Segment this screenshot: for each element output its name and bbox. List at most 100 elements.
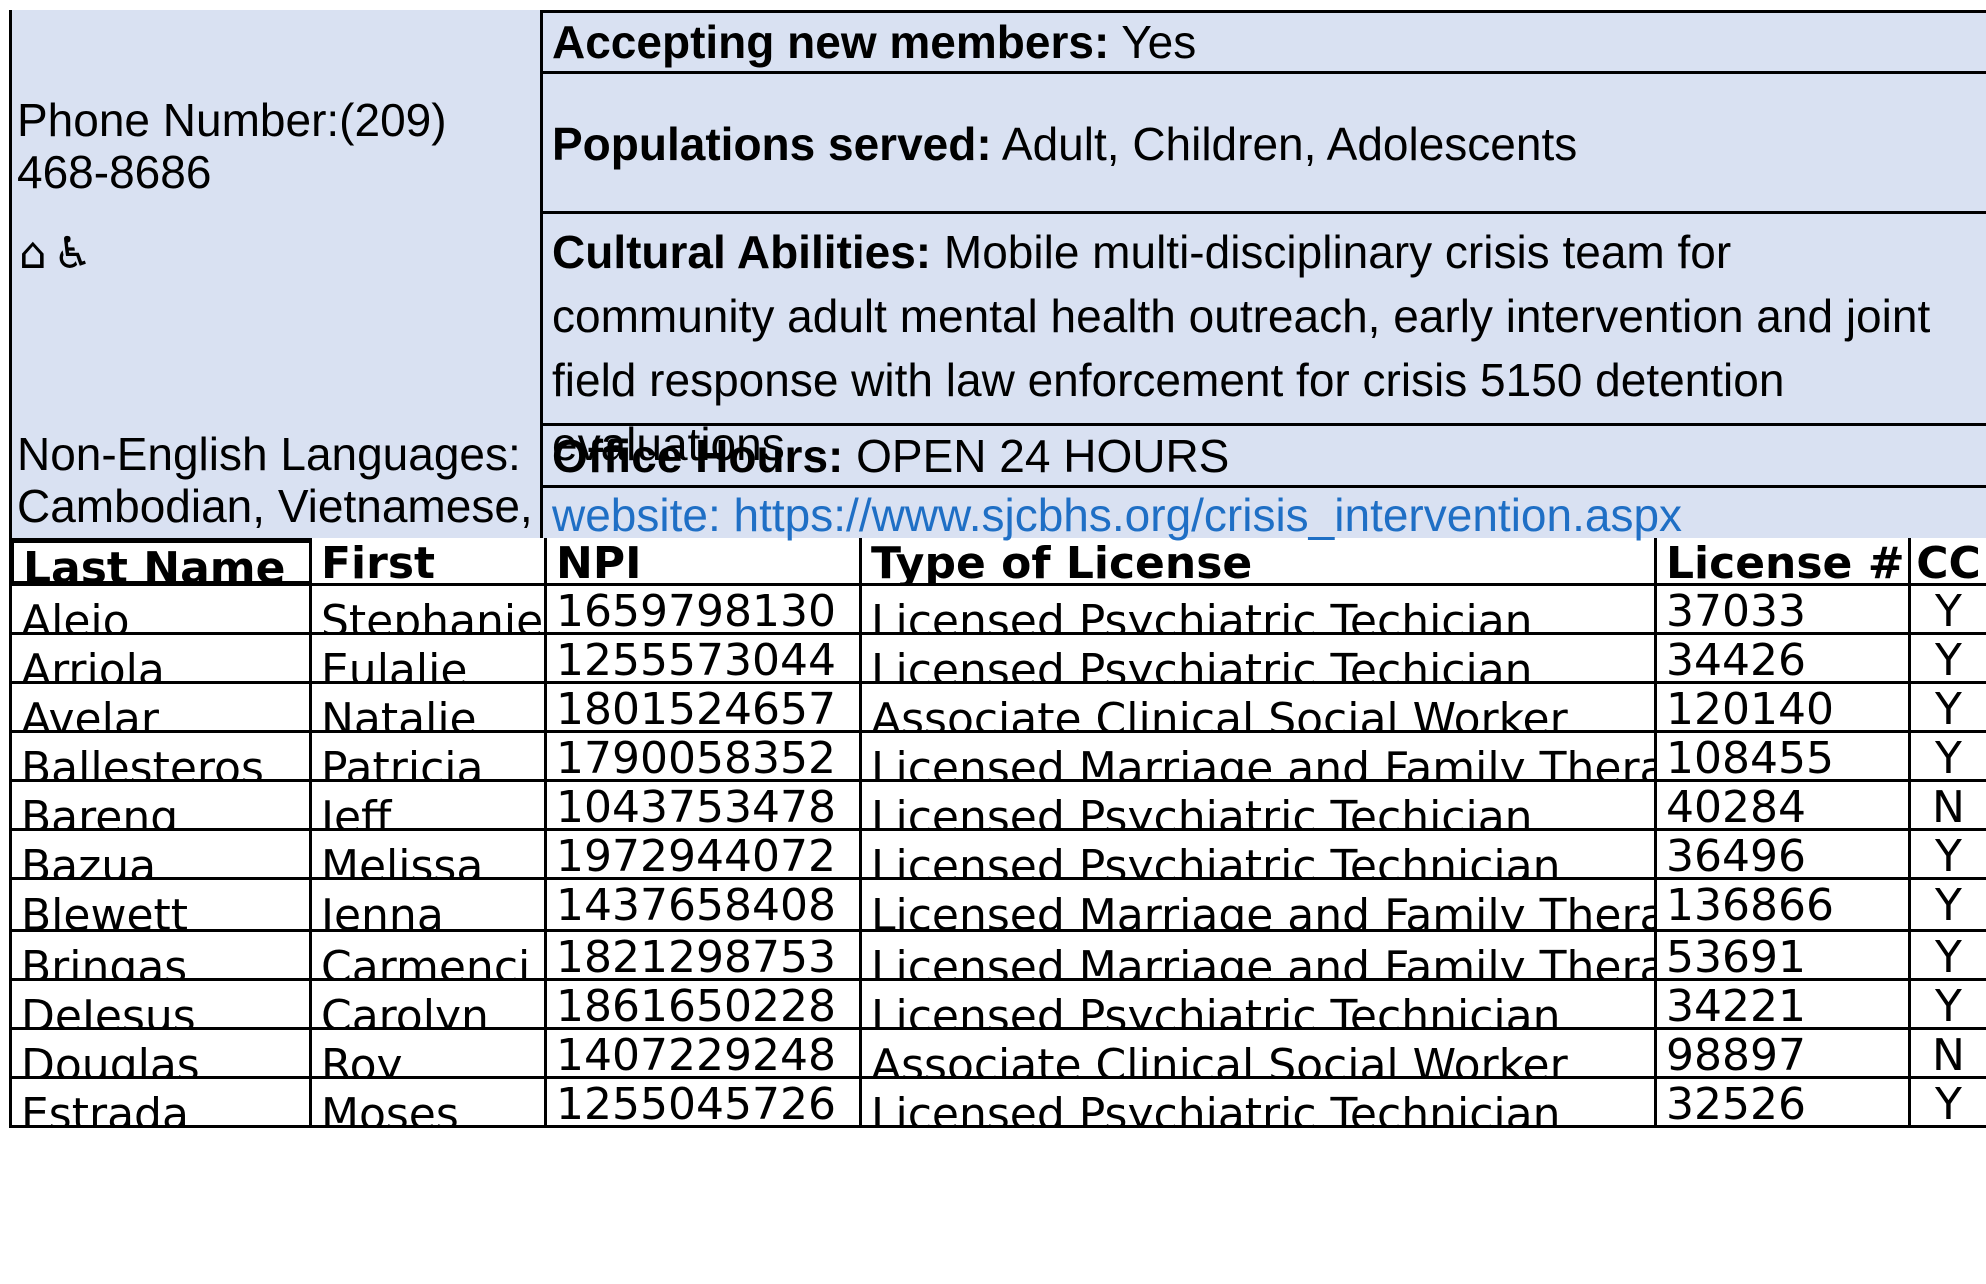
cell-cc: N (1908, 1030, 1986, 1079)
cell-cc: Y (1908, 1079, 1986, 1128)
website-link[interactable]: website: https://www.sjcbhs.org/crisis_i… (552, 489, 1682, 541)
cell-license-number: 37033 (1654, 586, 1908, 635)
cell-license-number: 32526 (1654, 1079, 1908, 1128)
cell-first-name: Roy (309, 1030, 544, 1079)
provider-details-panel: Accepting new members: Yes Populations s… (543, 10, 1986, 541)
cell-license-type: Licensed Psychiatric Technician (859, 1079, 1654, 1128)
cell-npi: 1407229248 (544, 1030, 859, 1079)
phone-number: Phone Number:(209) 468-8686 (17, 94, 447, 198)
cell-license-number: 53691 (1654, 932, 1908, 981)
table-row: Arriola Eulalie 1255573044 Licensed Psychia… (0, 635, 1986, 684)
languages-value: Cambodian, Vietnamese, S (17, 480, 547, 532)
cell-license-type: Licensed Marriage and Family Thera (859, 733, 1654, 782)
cell-license-type: Licensed Psychiatric Technician (859, 981, 1654, 1030)
cell-license-type: Licensed Psychiatric Techician (859, 782, 1654, 831)
cell-first-name: Carmenci (309, 932, 544, 981)
cell-last-name: Ballesteros (9, 733, 309, 782)
accepting-new-members: Accepting new members: Yes (543, 10, 1986, 74)
cell-cc: Y (1908, 586, 1986, 635)
table-row: Douglas Roy 1407229248 Associate Clinical S… (0, 1030, 1986, 1079)
accepting-value: Yes (1121, 16, 1197, 68)
cell-first-name: Eulalie (309, 635, 544, 684)
provider-table: Last Name First NPI Type of License License … (0, 538, 1986, 1284)
header-license-type: Type of License (859, 538, 1654, 586)
cultural-label: Cultural Abilities: (552, 226, 932, 278)
cell-last-name: Bringas (9, 932, 309, 981)
header-license-number: License # (1654, 538, 1908, 586)
office-hours: Office Hours: OPEN 24 HOURS (543, 426, 1986, 488)
cell-license-number: 34221 (1654, 981, 1908, 1030)
header-cc: CC (1908, 538, 1986, 586)
populations-label: Populations served: (552, 118, 992, 170)
cell-cc: Y (1908, 932, 1986, 981)
cell-license-number: 98897 (1654, 1030, 1908, 1079)
table-row: Bareng Jeff 1043753478 Licensed Psychiatric… (0, 782, 1986, 831)
cell-cc: Y (1908, 635, 1986, 684)
cell-last-name: DeJesus (9, 981, 309, 1030)
table-row: Alejo Stephanie 1659798130 Licensed Psychia… (0, 586, 1986, 635)
cell-last-name: Bareng (9, 782, 309, 831)
table-row: DeJesus Carolyn 1861650228 Licensed Psychia… (0, 981, 1986, 1030)
cell-last-name: Avelar (9, 684, 309, 733)
provider-contact-panel: Phone Number:(209) 468-8686 ⌂♿ Non-Engli… (9, 10, 547, 538)
cell-license-number: 34426 (1654, 635, 1908, 684)
cell-license-number: 40284 (1654, 782, 1908, 831)
header-npi: NPI (544, 538, 859, 586)
cell-npi: 1043753478 (544, 782, 859, 831)
accepting-label: Accepting new members: (552, 16, 1110, 68)
wheelchair-icon: ♿ (52, 228, 99, 279)
cell-cc: Y (1908, 880, 1986, 932)
cell-first-name: Melissa (309, 831, 544, 880)
cell-license-number: 120140 (1654, 684, 1908, 733)
cell-npi: 1821298753 (544, 932, 859, 981)
home-icon: ⌂ (19, 228, 53, 279)
languages-label: Non-English Languages: (17, 428, 521, 480)
cultural-abilities: Cultural Abilities: Mobile multi-discipl… (543, 214, 1986, 470)
cell-license-type: Associate Clinical Social Worker (859, 684, 1654, 733)
cell-first-name: Stephanie (309, 586, 544, 635)
cell-first-name: Natalie (309, 684, 544, 733)
cell-license-type: Licensed Marriage and Family Thera (859, 932, 1654, 981)
cell-last-name: Blewett (9, 880, 309, 932)
cell-cc: Y (1908, 981, 1986, 1030)
table-row: Blewett Jenna 1437658408 Licensed Marriage … (0, 880, 1986, 932)
cell-npi: 1972944072 (544, 831, 859, 880)
cell-license-type: Licensed Psychiatric Techician (859, 586, 1654, 635)
cell-last-name: Estrada (9, 1079, 309, 1128)
cell-license-number: 36496 (1654, 831, 1908, 880)
table-row: Estrada Moses 1255045726 Licensed Psychiatr… (0, 1079, 1986, 1128)
website-row: website: https://www.sjcbhs.org/crisis_i… (543, 488, 1986, 541)
table-row: Ballesteros Patricia 1790058352 Licensed Ma… (0, 733, 1986, 782)
cell-first-name: Jenna (309, 880, 544, 932)
table-row: Avelar Natalie 1801524657 Associate Clinica… (0, 684, 1986, 733)
cell-npi: 1659798130 (544, 586, 859, 635)
table-row: Bringas Carmenci 1821298753 Licensed Marria… (0, 932, 1986, 981)
cell-cc: Y (1908, 733, 1986, 782)
cell-first-name: Patricia (309, 733, 544, 782)
cell-license-type: Licensed Marriage and Family Thera (859, 880, 1654, 932)
panel-left-border (9, 10, 12, 538)
cell-last-name: Bazua (9, 831, 309, 880)
populations-served: Populations served: Adult, Children, Ado… (543, 74, 1986, 214)
cell-cc: N (1908, 782, 1986, 831)
cell-cc: Y (1908, 684, 1986, 733)
cell-last-name: Douglas (9, 1030, 309, 1079)
cell-first-name: Carolyn (309, 981, 544, 1030)
cell-npi: 1790058352 (544, 733, 859, 782)
cell-first-name: Moses (309, 1079, 544, 1128)
populations-value: Adult, Children, Adolescents (1001, 118, 1578, 170)
hours-value: OPEN 24 HOURS (856, 430, 1230, 482)
cell-npi: 1437658408 (544, 880, 859, 932)
cell-first-name: Jeff (309, 782, 544, 831)
cell-npi: 1255045726 (544, 1079, 859, 1128)
header-last-name: Last Name (9, 538, 309, 586)
cell-license-type: Associate Clinical Social Worker (859, 1030, 1654, 1079)
hours-label: Office Hours: (552, 430, 844, 482)
header-first-name: First (309, 538, 544, 586)
table-row: Bazua Melissa 1972944072 Licensed Psychiatr… (0, 831, 1986, 880)
cell-license-type: Licensed Psychiatric Technician (859, 831, 1654, 880)
cell-last-name: Alejo (9, 586, 309, 635)
cell-npi: 1255573044 (544, 635, 859, 684)
cell-cc: Y (1908, 831, 1986, 880)
cell-license-number: 136866 (1654, 880, 1908, 932)
